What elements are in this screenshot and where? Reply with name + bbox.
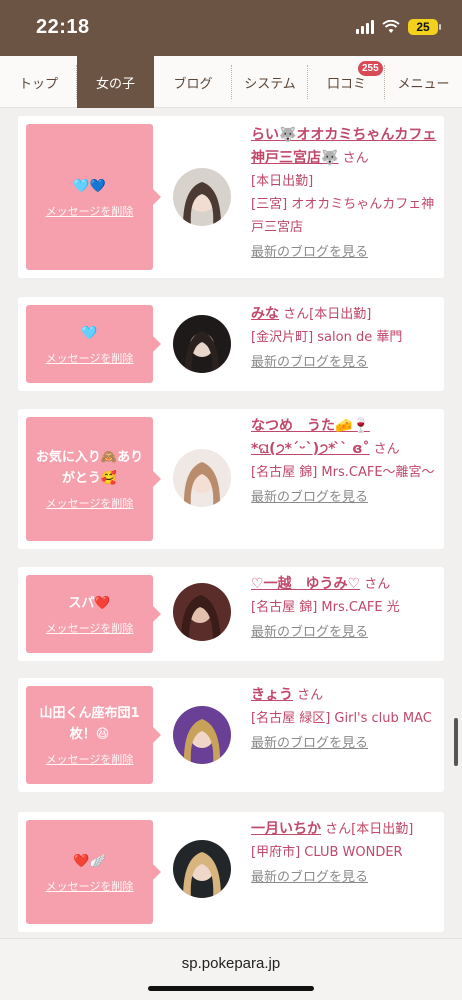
shop-name: [名古屋 錦] Mrs.CAFE 光 [251, 600, 400, 615]
message-text: 山田くん座布団1枚！😆 [39, 706, 140, 742]
latest-blog-link[interactable]: 最新のブログを見る [251, 351, 441, 374]
avatar[interactable] [173, 315, 231, 373]
tab-menu-label: メニュー [397, 76, 450, 92]
shop-name: [名古屋 緑区] Girl's club MAC [251, 711, 432, 726]
girl-info: なつめ うた🧀🍷*ଘ(੭*ˊᵕˋ)੭* ̀ˋ ɞ˚ さん [名古屋 錦] Mrs… [251, 415, 441, 509]
tab-girls[interactable]: 女の子 [77, 56, 154, 108]
main-nav: トップ 女の子 ブログ システム 口コミ 255 メニュー [0, 56, 462, 108]
list-item: ❤️🪽 メッセージを削除 一月いちか さん[本日出勤] [甲府市] CLUB W… [18, 812, 444, 932]
avatar[interactable] [173, 583, 231, 641]
work-status: [本日出勤] [351, 822, 414, 837]
wifi-icon [382, 20, 400, 33]
tab-blog[interactable]: ブログ [154, 56, 232, 108]
latest-blog-link[interactable]: 最新のブログを見る [251, 732, 441, 755]
scrollbar[interactable] [454, 718, 458, 766]
tab-blog-label: ブログ [173, 76, 213, 92]
tab-girls-label: 女の子 [95, 76, 135, 92]
girl-info: 一月いちか さん[本日出勤] [甲府市] CLUB WONDER 最新のブログを… [251, 818, 441, 889]
message-bubble: 🩵 メッセージを削除 [26, 305, 161, 383]
tab-reviews-label: 口コミ [326, 76, 366, 92]
delete-message-link[interactable]: メッセージを削除 [46, 620, 134, 636]
tab-system-label: システム [244, 76, 296, 92]
message-text: スパ❤️ [68, 595, 111, 611]
url-text: sp.pokepara.jp [181, 955, 281, 972]
work-status: [本日出勤] [309, 307, 372, 322]
status-icons: 25 [356, 19, 441, 35]
girl-info: みな さん[本日出勤] [金沢片町] salon de 華門 最新のブログを見る [251, 303, 441, 374]
tab-system[interactable]: システム [232, 56, 308, 108]
message-text: お気に入り🙈ありがとう🥰 [35, 450, 144, 486]
tab-reviews[interactable]: 口コミ 255 [308, 56, 385, 108]
girl-info: ♡一越 ゆうみ♡ さん [名古屋 錦] Mrs.CAFE 光 最新のブログを見る [251, 573, 441, 644]
latest-blog-link[interactable]: 最新のブログを見る [251, 621, 441, 644]
girl-name-link[interactable]: 一月いちか [251, 821, 321, 837]
girl-info: きょう さん [名古屋 緑区] Girl's club MAC 最新のブログを見… [251, 684, 441, 755]
latest-blog-link[interactable]: 最新のブログを見る [251, 486, 441, 509]
girl-name-link[interactable]: なつめ うた🧀🍷*ଘ(੭*ˊᵕˋ)੭* ̀ˋ ɞ˚ [251, 418, 370, 457]
message-bubble: ❤️🪽 メッセージを削除 [26, 820, 161, 924]
favorites-list: 🩵💙 メッセージを削除 らい🐺オオカミちゃんカフェ神戸三宮店🐺 さん [本日出勤… [0, 108, 462, 938]
message-bubble: スパ❤️ メッセージを削除 [26, 575, 161, 653]
latest-blog-link[interactable]: 最新のブログを見る [251, 866, 441, 889]
girl-name-link[interactable]: きょう [251, 687, 293, 703]
status-time: 22:18 [36, 16, 90, 38]
shop-name: [金沢片町] salon de 華門 [251, 330, 403, 345]
honorific: さん [342, 151, 369, 166]
tab-top-label: トップ [18, 76, 58, 92]
shop-name: [甲府市] CLUB WONDER [251, 845, 403, 860]
girl-name-link[interactable]: ♡一越 ゆうみ♡ [251, 576, 360, 592]
message-text: 🩵 [81, 325, 98, 341]
message-bubble: 🩵💙 メッセージを削除 [26, 124, 161, 270]
message-bubble: 山田くん座布団1枚！😆 メッセージを削除 [26, 686, 161, 784]
delete-message-link[interactable]: メッセージを削除 [46, 203, 134, 219]
list-item: スパ❤️ メッセージを削除 ♡一越 ゆうみ♡ さん [名古屋 錦] Mrs.CA… [18, 567, 444, 661]
honorific: さん [325, 822, 352, 837]
list-item: 山田くん座布団1枚！😆 メッセージを削除 きょう さん [名古屋 緑区] Gir… [18, 678, 444, 792]
home-indicator[interactable] [148, 986, 314, 991]
list-item: 🩵 メッセージを削除 みな さん[本日出勤] [金沢片町] salon de 華… [18, 297, 444, 391]
review-count-badge: 255 [358, 61, 383, 76]
girl-info: らい🐺オオカミちゃんカフェ神戸三宮店🐺 さん [本日出勤] [三宮] オオカミち… [251, 124, 441, 264]
honorific: さん [297, 688, 324, 703]
honorific: さん [283, 307, 310, 322]
girl-name-link[interactable]: みな [251, 306, 279, 322]
delete-message-link[interactable]: メッセージを削除 [46, 878, 134, 894]
avatar[interactable] [173, 706, 231, 764]
delete-message-link[interactable]: メッセージを削除 [46, 495, 134, 511]
message-text: 🩵💙 [73, 178, 106, 194]
honorific: さん [373, 442, 400, 457]
message-text: ❤️🪽 [73, 853, 106, 869]
battery-icon: 25 [408, 19, 441, 35]
tab-menu[interactable]: メニュー [385, 56, 462, 108]
delete-message-link[interactable]: メッセージを削除 [46, 751, 134, 767]
delete-message-link[interactable]: メッセージを削除 [46, 350, 134, 366]
cellular-signal-icon [356, 20, 374, 34]
shop-name: [三宮] オオカミちゃんカフェ神戸三宮店 [251, 197, 435, 235]
list-item: お気に入り🙈ありがとう🥰 メッセージを削除 なつめ うた🧀🍷*ଘ(੭*ˊᵕˋ)੭… [18, 409, 444, 549]
honorific: さん [364, 577, 391, 592]
message-bubble: お気に入り🙈ありがとう🥰 メッセージを削除 [26, 417, 161, 541]
shop-name: [名古屋 錦] Mrs.CAFE～離宮～ [251, 465, 435, 480]
list-item: 🩵💙 メッセージを削除 らい🐺オオカミちゃんカフェ神戸三宮店🐺 さん [本日出勤… [18, 116, 444, 278]
latest-blog-link[interactable]: 最新のブログを見る [251, 241, 441, 264]
status-bar: 22:18 25 [0, 0, 462, 56]
avatar[interactable] [173, 449, 231, 507]
avatar[interactable] [173, 840, 231, 898]
tab-top[interactable]: トップ [0, 56, 77, 108]
work-status: [本日出勤] [251, 174, 314, 189]
avatar[interactable] [173, 168, 231, 226]
